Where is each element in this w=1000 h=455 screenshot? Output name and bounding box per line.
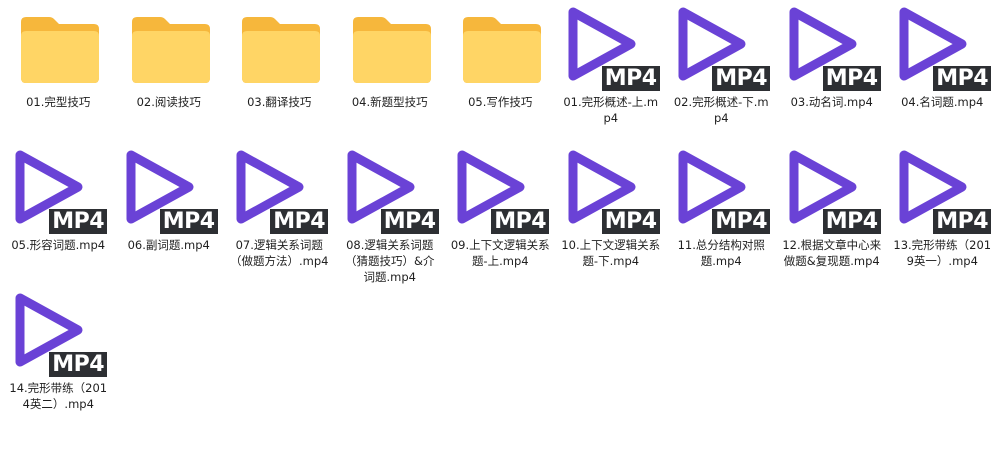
folder-icon — [352, 17, 431, 83]
mp4-badge: MP4 — [159, 209, 218, 234]
folder-icon — [21, 17, 100, 83]
video-thumbnail: MP4 — [3, 286, 113, 380]
mp4-badge: MP4 — [712, 209, 771, 234]
video-thumbnail: MP4 — [556, 143, 666, 237]
video-thumbnail: MP4 — [777, 0, 887, 94]
file-name: 08.逻辑关系词题（猜题技巧）&介词题.mp4 — [345, 238, 435, 284]
folder-item[interactable]: 01.完型技巧 — [3, 0, 114, 143]
file-name: 03.翻译技巧 — [247, 95, 312, 109]
file-name: 12.根据文章中心来做题&复现题.mp4 — [782, 238, 882, 268]
mp4-badge: MP4 — [49, 209, 108, 234]
folder-icon — [463, 17, 542, 83]
video-thumbnail: MP4 — [666, 0, 776, 94]
video-item[interactable]: MP4 09.上下文逻辑关系题-上.mp4 — [445, 143, 556, 286]
file-name: 09.上下文逻辑关系题-上.mp4 — [450, 238, 550, 268]
video-thumbnail: MP4 — [887, 0, 997, 94]
file-name: 02.完形概述-下.mp4 — [673, 95, 769, 125]
video-item[interactable]: MP4 03.动名词.mp4 — [777, 0, 888, 143]
mp4-badge: MP4 — [601, 66, 660, 91]
video-item[interactable]: MP4 05.形容词题.mp4 — [3, 143, 114, 286]
folder-item[interactable]: 05.写作技巧 — [445, 0, 556, 143]
folder-thumbnail — [224, 0, 334, 94]
video-item[interactable]: MP4 07.逻辑关系词题（做题方法）.mp4 — [224, 143, 335, 286]
mp4-badge: MP4 — [822, 66, 881, 91]
video-item[interactable]: MP4 14.完形带练（2014英二）.mp4 — [3, 286, 114, 429]
mp4-badge: MP4 — [933, 66, 992, 91]
folder-thumbnail — [445, 0, 555, 94]
file-name: 03.动名词.mp4 — [790, 95, 873, 109]
mp4-badge: MP4 — [491, 209, 550, 234]
folder-thumbnail — [114, 0, 224, 94]
video-thumbnail: MP4 — [777, 143, 887, 237]
video-item[interactable]: MP4 11.总分结构对照题.mp4 — [666, 143, 777, 286]
folder-thumbnail — [3, 0, 113, 94]
folder-icon — [131, 17, 210, 83]
mp4-badge: MP4 — [822, 209, 881, 234]
video-thumbnail: MP4 — [3, 143, 113, 237]
folder-item[interactable]: 03.翻译技巧 — [224, 0, 335, 143]
mp4-badge: MP4 — [712, 66, 771, 91]
video-item[interactable]: MP4 13.完形带练（2019英一）.mp4 — [887, 143, 998, 286]
mp4-badge: MP4 — [601, 209, 660, 234]
file-name: 07.逻辑关系词题（做题方法）.mp4 — [230, 238, 329, 268]
video-item[interactable]: MP4 06.副词题.mp4 — [114, 143, 225, 286]
file-name: 01.完形概述-上.mp4 — [563, 95, 659, 125]
file-name: 01.完型技巧 — [26, 95, 91, 109]
file-name: 06.副词题.mp4 — [127, 238, 210, 252]
video-item[interactable]: MP4 01.完形概述-上.mp4 — [556, 0, 667, 143]
file-grid: 01.完型技巧 02.阅读技巧 03.翻译技巧 04.新题型技巧 05.写作技巧… — [3, 0, 997, 429]
file-name: 10.上下文逻辑关系题-下.mp4 — [561, 238, 661, 268]
file-name: 13.完形带练（2019英一）.mp4 — [893, 238, 992, 268]
video-item[interactable]: MP4 12.根据文章中心来做题&复现题.mp4 — [777, 143, 888, 286]
mp4-badge: MP4 — [270, 209, 329, 234]
mp4-badge: MP4 — [49, 352, 108, 377]
video-thumbnail: MP4 — [666, 143, 776, 237]
folder-thumbnail — [335, 0, 445, 94]
folder-item[interactable]: 04.新题型技巧 — [335, 0, 446, 143]
file-name: 04.名词题.mp4 — [901, 95, 984, 109]
file-name: 11.总分结构对照题.mp4 — [677, 238, 765, 268]
video-thumbnail: MP4 — [887, 143, 997, 237]
video-thumbnail: MP4 — [114, 143, 224, 237]
video-item[interactable]: MP4 02.完形概述-下.mp4 — [666, 0, 777, 143]
folder-item[interactable]: 02.阅读技巧 — [114, 0, 225, 143]
video-thumbnail: MP4 — [445, 143, 555, 237]
file-name: 04.新题型技巧 — [351, 95, 428, 109]
file-name: 02.阅读技巧 — [136, 95, 201, 109]
video-thumbnail: MP4 — [556, 0, 666, 94]
file-name: 05.形容词题.mp4 — [11, 238, 106, 252]
mp4-badge: MP4 — [380, 209, 439, 234]
video-thumbnail: MP4 — [224, 143, 334, 237]
file-name: 05.写作技巧 — [468, 95, 533, 109]
video-item[interactable]: MP4 04.名词题.mp4 — [887, 0, 998, 143]
video-thumbnail: MP4 — [335, 143, 445, 237]
video-item[interactable]: MP4 10.上下文逻辑关系题-下.mp4 — [556, 143, 667, 286]
video-item[interactable]: MP4 08.逻辑关系词题（猜题技巧）&介词题.mp4 — [335, 143, 446, 286]
folder-icon — [242, 17, 321, 83]
file-name: 14.完形带练（2014英二）.mp4 — [9, 381, 108, 411]
mp4-badge: MP4 — [933, 209, 992, 234]
